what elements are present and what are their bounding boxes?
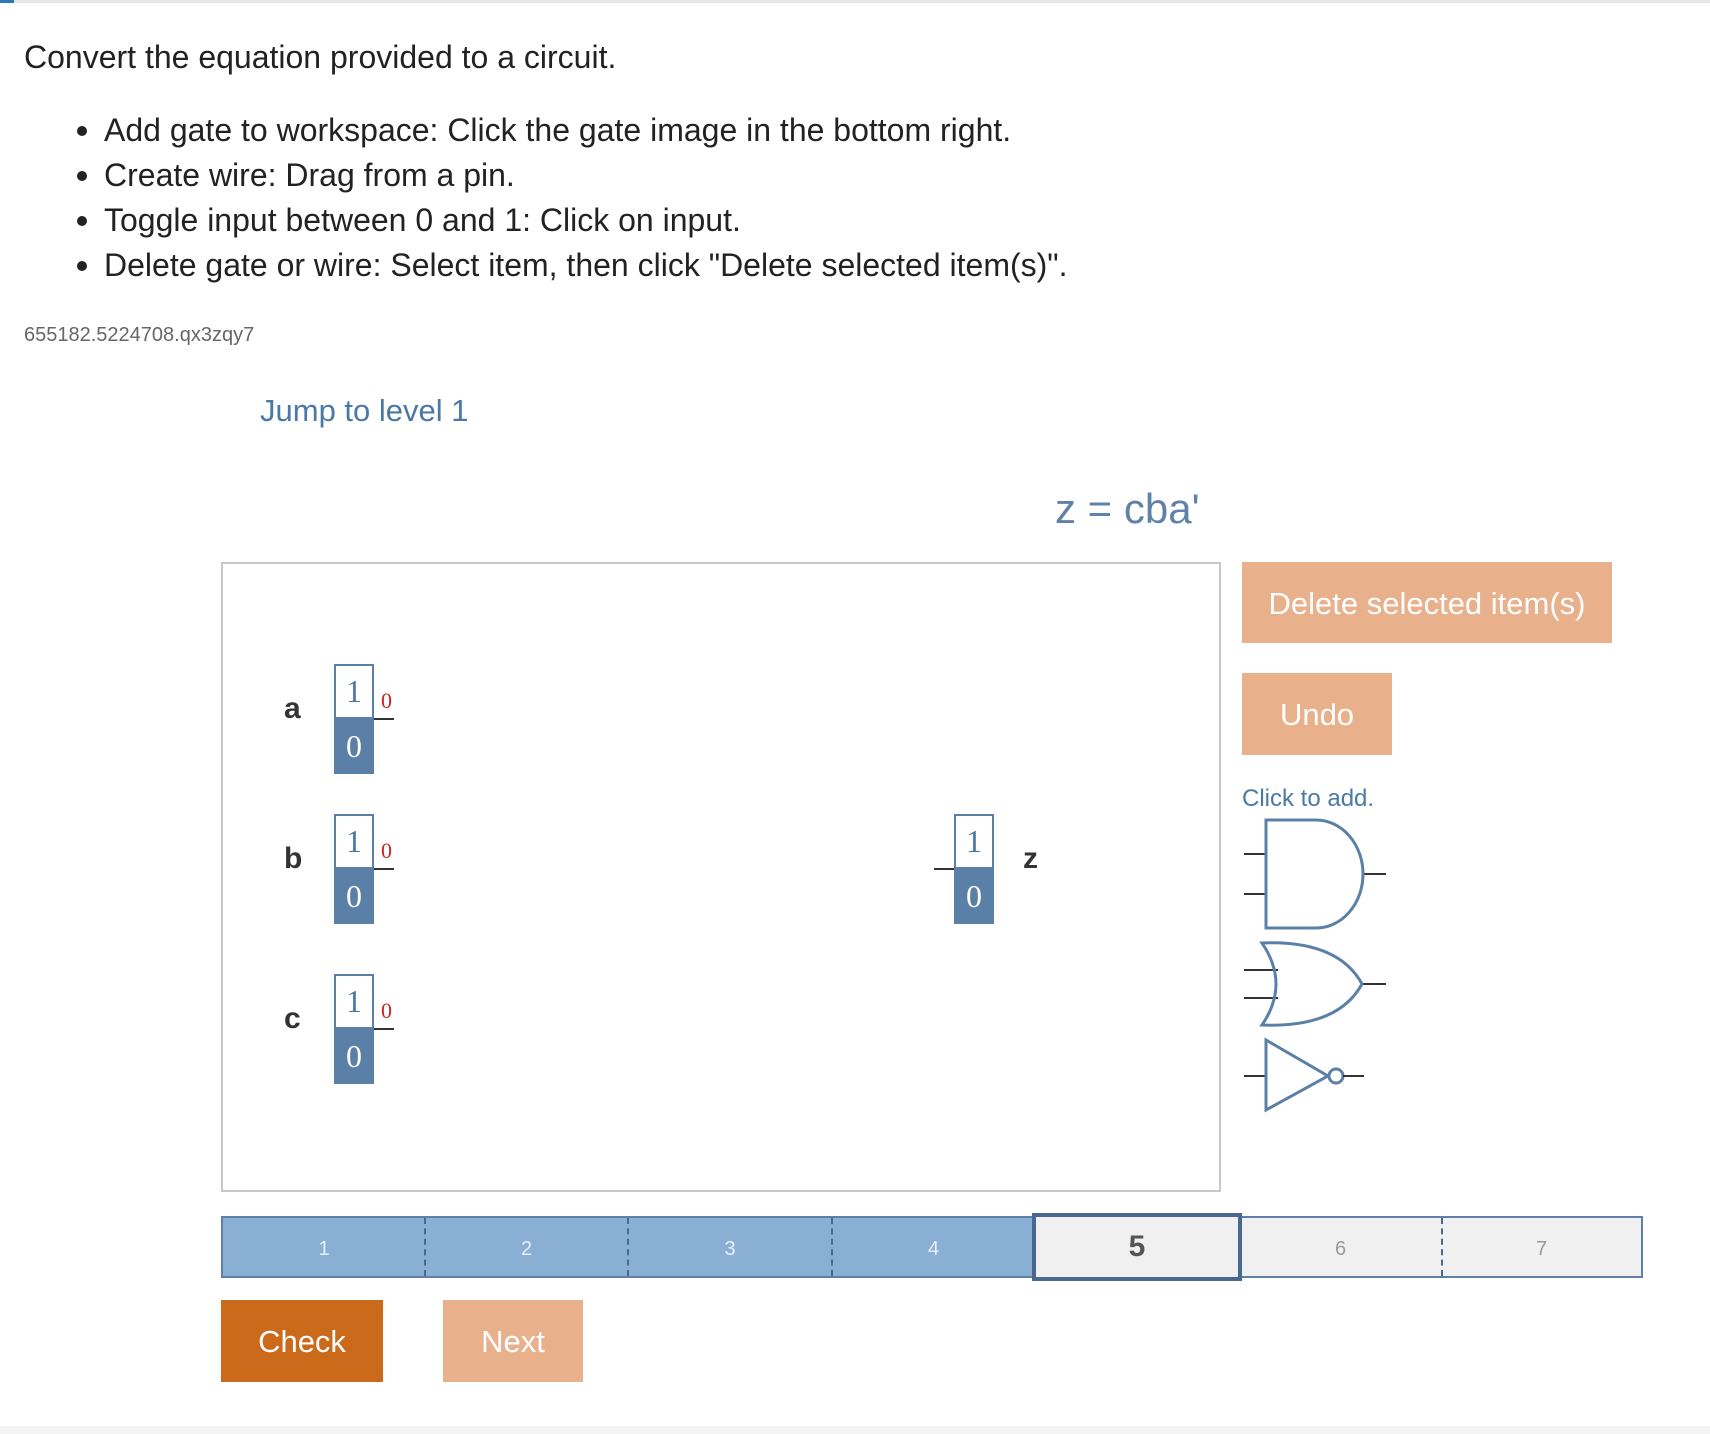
level-divider: [831, 1218, 833, 1276]
click-to-add-label: Click to add.: [1242, 785, 1375, 812]
input-toggle-c[interactable]: 1 0: [334, 974, 374, 1084]
input-toggle-a[interactable]: 1 0: [334, 664, 374, 774]
delete-selected-button[interactable]: Delete selected item(s): [1242, 562, 1612, 643]
next-button[interactable]: Next: [443, 1300, 583, 1382]
toggle-zero[interactable]: 0: [334, 719, 374, 774]
output-zero: 0: [954, 869, 994, 924]
check-button[interactable]: Check: [221, 1300, 383, 1382]
circuit-workspace[interactable]: a 1 0 0 b 1 0 0 c 1 0 0 1 0 z: [221, 562, 1221, 1192]
output-pin-a[interactable]: [374, 718, 394, 720]
level-divider: [424, 1218, 426, 1276]
level-1[interactable]: 1: [221, 1216, 425, 1278]
input-label-a: a: [284, 692, 301, 725]
bottom-divider: [0, 1426, 1710, 1434]
toggle-zero[interactable]: 0: [334, 869, 374, 924]
pin-value-a: 0: [381, 688, 392, 713]
top-divider: [0, 0, 1710, 3]
instruction-step: Delete gate or wire: Select item, then c…: [64, 243, 1068, 288]
pin-value-c: 0: [381, 998, 392, 1023]
level-3[interactable]: 3: [628, 1216, 832, 1278]
input-pin-z[interactable]: [934, 868, 954, 870]
toggle-one[interactable]: 1: [334, 814, 374, 869]
level-divider: [1441, 1218, 1443, 1276]
instruction-list: Add gate to workspace: Click the gate im…: [64, 108, 1068, 288]
not-gate-icon[interactable]: [1242, 1036, 1386, 1114]
equation: z = cba': [1055, 485, 1200, 532]
output-label-z: z: [1023, 842, 1038, 875]
level-6[interactable]: 6: [1239, 1216, 1442, 1278]
output-one: 1: [954, 814, 994, 869]
output-display-z: 1 0: [954, 814, 994, 924]
activity-id: 655182.5224708.qx3zqy7: [24, 324, 255, 346]
level-5-current[interactable]: 5: [1032, 1213, 1242, 1281]
instruction-title: Convert the equation provided to a circu…: [24, 39, 617, 75]
or-gate-icon[interactable]: [1242, 940, 1386, 1028]
undo-button[interactable]: Undo: [1242, 673, 1392, 755]
input-toggle-b[interactable]: 1 0: [334, 814, 374, 924]
top-accent: [0, 0, 14, 3]
toggle-one[interactable]: 1: [334, 974, 374, 1029]
level-4[interactable]: 4: [832, 1216, 1035, 1278]
level-2[interactable]: 2: [425, 1216, 628, 1278]
jump-to-level-link[interactable]: Jump to level 1: [260, 393, 469, 429]
output-pin-b[interactable]: [374, 868, 394, 870]
pin-value-b: 0: [381, 838, 392, 863]
output-pin-c[interactable]: [374, 1028, 394, 1030]
input-label-c: c: [284, 1002, 301, 1035]
level-progress-bar: 1 2 3 4 6 7 5: [221, 1213, 1643, 1281]
instruction-step: Toggle input between 0 and 1: Click on i…: [64, 198, 1068, 243]
input-label-b: b: [284, 842, 303, 875]
level-divider: [627, 1218, 629, 1276]
toggle-one[interactable]: 1: [334, 664, 374, 719]
level-7[interactable]: 7: [1442, 1216, 1643, 1278]
instruction-step: Add gate to workspace: Click the gate im…: [64, 108, 1068, 153]
toggle-zero[interactable]: 0: [334, 1029, 374, 1084]
and-gate-icon[interactable]: [1242, 818, 1386, 932]
instruction-step: Create wire: Drag from a pin.: [64, 153, 1068, 198]
